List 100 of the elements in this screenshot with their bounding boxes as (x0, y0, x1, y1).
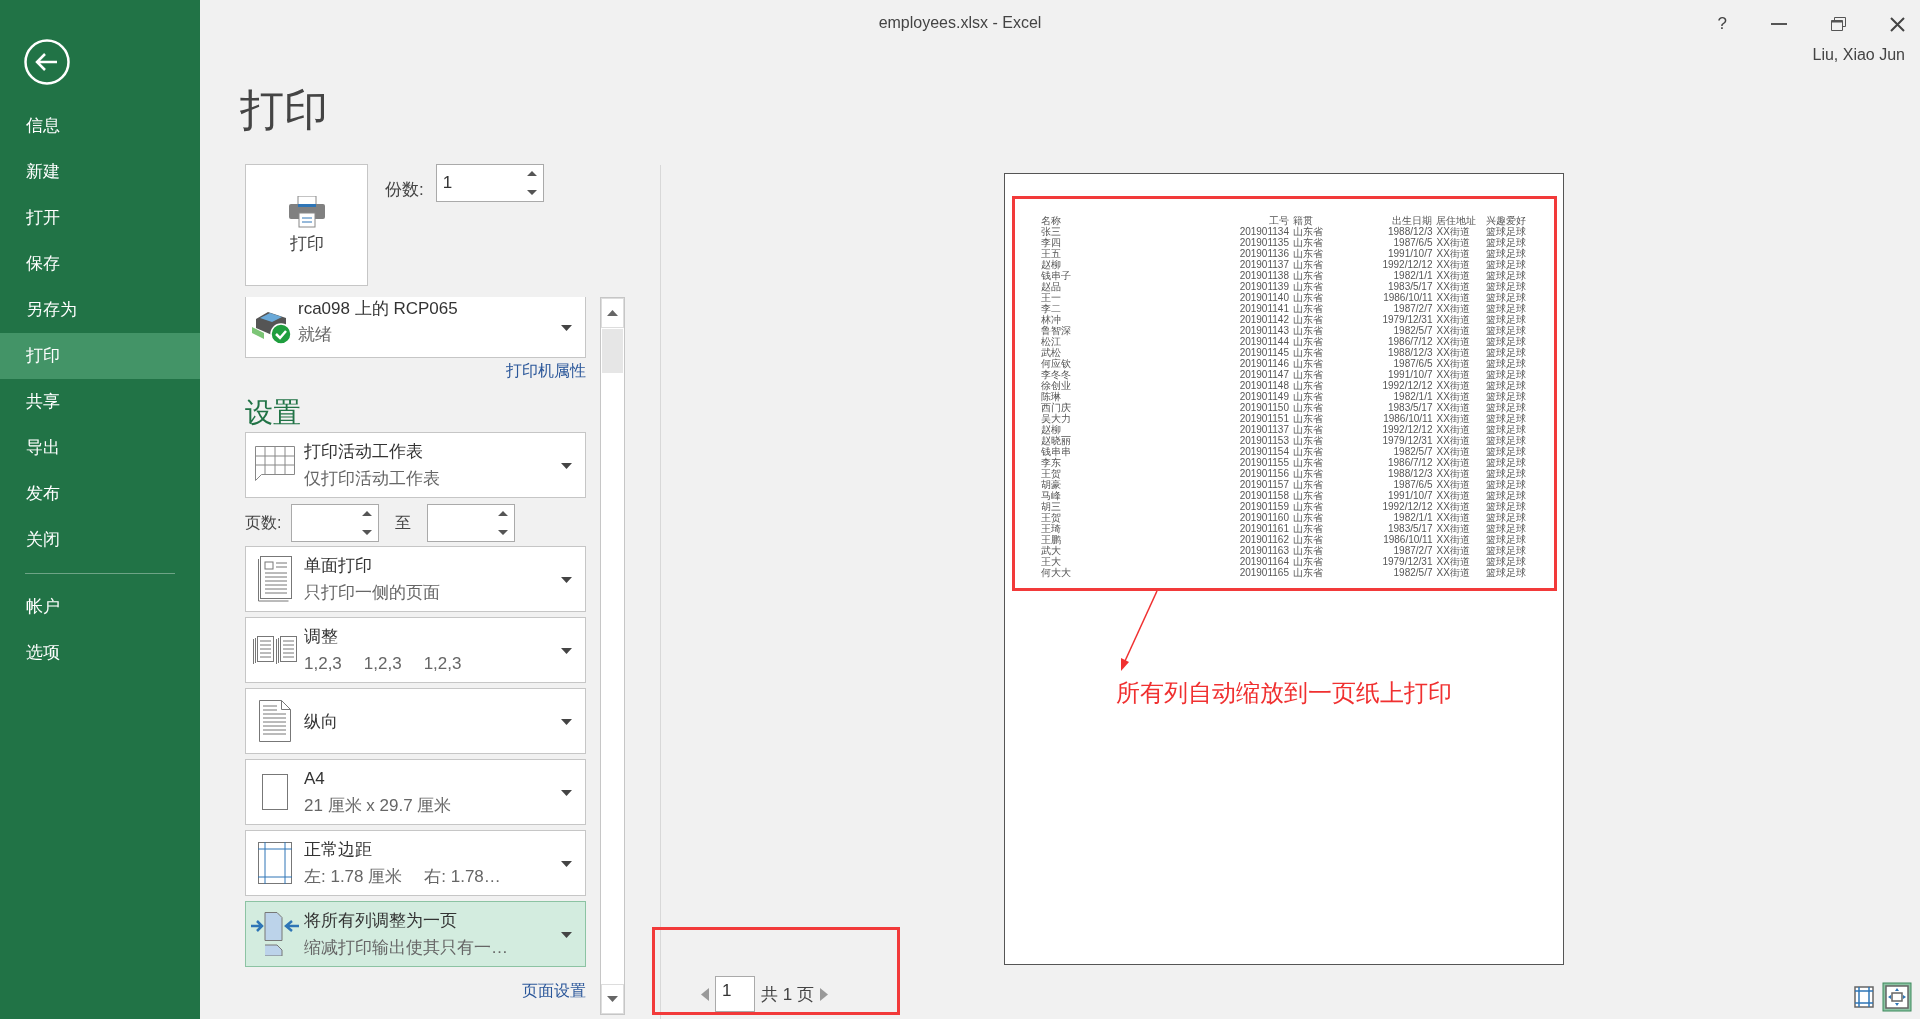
copies-label: 份数: (385, 179, 424, 201)
table-cell: XX街道 (1436, 391, 1486, 402)
setting-dropdown[interactable]: 调整 1,2,3 1,2,3 1,2,3 (245, 617, 586, 683)
caret-icon[interactable] (561, 648, 572, 655)
nav-item[interactable]: 打印 (0, 333, 200, 379)
nav-item[interactable]: 帐户 (0, 584, 200, 630)
user-name[interactable]: Liu, Xiao Jun (1812, 46, 1905, 64)
close-icon[interactable] (1890, 16, 1905, 32)
setting-detail: 缩减打印输出使其只有一… (304, 937, 508, 959)
table-cell: XX街道 (1436, 567, 1486, 578)
table-cell: 201901136 (1213, 248, 1293, 259)
page-to-field[interactable] (427, 504, 516, 542)
scroll-down-icon[interactable] (607, 996, 618, 1002)
table-cell-text: 西门庆 (1040, 402, 1072, 413)
nav-item[interactable]: 新建 (0, 149, 200, 195)
table-cell: 201901139 (1213, 281, 1293, 292)
setting-detail: 右: 1.78… (424, 866, 501, 888)
printer-name: rca098 上的 RCP065 (298, 298, 459, 320)
show-margins-icon[interactable] (1854, 986, 1874, 1008)
caret-icon[interactable] (561, 719, 572, 726)
setting-dropdown[interactable]: 纵向 (245, 688, 586, 754)
table-cell-text: 王五 (1040, 248, 1062, 259)
scroll-thumb[interactable] (602, 329, 623, 373)
caret-icon[interactable] (561, 861, 572, 868)
print-button[interactable]: 打印 (245, 164, 368, 286)
table-cell: XX街道 (1436, 523, 1486, 534)
caret-icon[interactable] (561, 577, 572, 584)
scrollbar[interactable] (600, 297, 625, 1015)
nav-item[interactable]: 发布 (0, 471, 200, 517)
table-cell-text: 李二 (1040, 303, 1062, 314)
table-cell: XX街道 (1436, 380, 1486, 391)
table-cell-text: 鲁智深 (1040, 325, 1072, 336)
caret-icon[interactable] (561, 325, 572, 332)
printer-properties-link[interactable]: 打印机属性 (506, 358, 586, 386)
copies-field[interactable]: 1 (435, 164, 544, 202)
setting-dropdown[interactable]: 正常边距 左: 1.78 厘米 右: 1.78… (245, 830, 586, 896)
page-setup-link[interactable]: 页面设置 (522, 978, 586, 1006)
worksheet-icon (255, 446, 295, 484)
table-cell-text: 篮球足球 (1486, 479, 1527, 490)
table-cell-text: 山东省 (1292, 424, 1324, 435)
settings-heading: 设置 (245, 396, 302, 430)
table-cell: 1992/12/12 (1342, 259, 1437, 270)
table-cell-text: 篮球足球 (1486, 534, 1527, 545)
nav-item[interactable]: 保存 (0, 241, 200, 287)
table-cell-text: 张三 (1040, 226, 1062, 237)
table-cell-text: 王琦 (1040, 523, 1062, 534)
setting-title: 纵向 (304, 710, 339, 733)
table-cell: 201901138 (1213, 270, 1293, 281)
setting-dropdown[interactable]: 将所有列调整为一页 缩减打印输出使其只有一… (245, 901, 586, 967)
table-cell: 201901137 (1213, 259, 1293, 270)
caret-icon[interactable] (561, 790, 572, 797)
table-cell-text: 篮球足球 (1486, 226, 1527, 237)
spinner-icon[interactable] (526, 170, 537, 196)
table-cell: XX街道 (1436, 292, 1486, 303)
setting-dropdown[interactable]: 单面打印 只打印一侧的页面 (245, 546, 586, 612)
table-cell: 1979/12/31 (1342, 435, 1437, 446)
table-cell: 1982/5/7 (1342, 446, 1437, 457)
table-cell: 1982/1/1 (1342, 391, 1437, 402)
table-cell-text: 山东省 (1292, 435, 1324, 446)
table-cell-text: 山东省 (1292, 468, 1324, 479)
annotation-text: 所有列自动缩放到一页纸上打印 (1116, 678, 1452, 708)
nav-item[interactable]: 关闭 (0, 517, 200, 563)
nav-item[interactable]: 共享 (0, 379, 200, 425)
caret-icon[interactable] (561, 932, 572, 939)
table-cell-text: 山东省 (1292, 347, 1324, 358)
table-cell-text: 篮球足球 (1486, 314, 1527, 325)
table-cell: 1982/5/7 (1342, 567, 1437, 578)
help-button[interactable]: ? (1717, 14, 1727, 34)
nav-item[interactable]: 信息 (0, 103, 200, 149)
caret-icon[interactable] (561, 463, 572, 470)
spinner-icon[interactable] (362, 510, 373, 536)
page-from-field[interactable] (291, 504, 380, 542)
table-cell: 201901155 (1213, 457, 1293, 468)
printer-dropdown[interactable]: rca098 上的 RCP065 就绪 (245, 297, 586, 358)
table-cell-text: 山东省 (1292, 369, 1324, 380)
nav-item[interactable]: 另存为 (0, 287, 200, 333)
setting-title: 正常边距 (304, 839, 373, 861)
window-title: employees.xlsx - Excel (878, 13, 1042, 33)
table-cell-text: 篮球足球 (1486, 248, 1527, 259)
table-cell: 1979/12/31 (1342, 556, 1437, 567)
setting-dropdown[interactable]: 打印活动工作表 仅打印活动工作表 (245, 432, 586, 498)
nav-item[interactable]: 导出 (0, 425, 200, 471)
nav-item[interactable]: 打开 (0, 195, 200, 241)
portrait-page-icon (259, 700, 291, 742)
blank-page-icon (262, 774, 288, 810)
nav-item[interactable]: 选项 (0, 630, 200, 676)
table-cell-text: 山东省 (1292, 523, 1324, 534)
table-cell: 201901164 (1213, 556, 1293, 567)
setting-title: 调整 (304, 626, 339, 648)
table-cell-text: 山东省 (1292, 402, 1324, 413)
page-number-field[interactable]: 1 (715, 976, 755, 1012)
fit-columns-icon (251, 912, 299, 956)
table-cell: 201901143 (1213, 325, 1293, 336)
table-cell-text: 山东省 (1292, 226, 1324, 237)
setting-dropdown[interactable]: A4 21 厘米 x 29.7 厘米 (245, 759, 586, 825)
zoom-to-page-icon[interactable] (1882, 982, 1912, 1012)
table-cell-text: 篮球足球 (1486, 512, 1527, 523)
restore-icon[interactable] (1831, 17, 1846, 31)
spinner-icon[interactable] (498, 510, 509, 536)
scroll-up-icon[interactable] (607, 310, 618, 316)
